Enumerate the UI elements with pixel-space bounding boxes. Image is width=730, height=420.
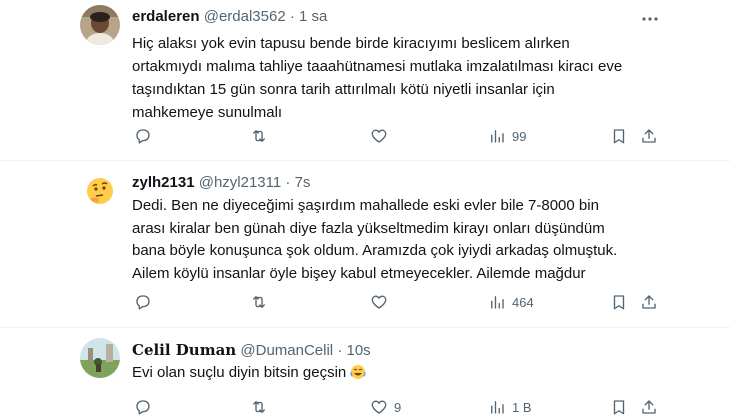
bookmark-icon bbox=[613, 129, 625, 144]
author-name[interactable]: zylh2131 bbox=[132, 174, 195, 191]
retweet-icon bbox=[253, 401, 265, 413]
tweet-text: Evi olan suçlu diyin bitsin geçsin bbox=[132, 361, 632, 387]
tweet-header: zylh2131 @hzyl21311 · 7s bbox=[132, 173, 690, 193]
reply-icon bbox=[136, 129, 150, 144]
views-count: 99 bbox=[512, 128, 527, 144]
retweet-icon bbox=[253, 130, 265, 142]
bookmark-icon bbox=[613, 295, 625, 310]
views-button[interactable]: 464 bbox=[488, 292, 534, 312]
tweet-text: Hiç alaksı yok evin tapusu bende birde k… bbox=[132, 35, 623, 121]
separator: · bbox=[337, 342, 343, 359]
timestamp[interactable]: 7s bbox=[295, 174, 311, 191]
share-icon bbox=[642, 295, 656, 309]
author-handle[interactable]: @hzyl21311 bbox=[199, 174, 282, 191]
views-bar-chart-icon bbox=[491, 401, 504, 414]
like-count: 9 bbox=[394, 399, 402, 415]
reply-button[interactable] bbox=[134, 292, 158, 312]
author-avatar[interactable] bbox=[80, 338, 120, 378]
heart-icon bbox=[371, 129, 387, 143]
separator: · bbox=[289, 8, 295, 25]
tweet-text-body: Evi olan suçlu diyin bitsin geçsin bbox=[132, 364, 347, 381]
views-bar-chart-icon bbox=[491, 130, 504, 143]
tweet[interactable]: Celil Duman @DumanCelil · 10s Evi olan s… bbox=[0, 328, 730, 420]
views-button[interactable]: 99 bbox=[488, 126, 526, 146]
share-button[interactable] bbox=[640, 126, 658, 146]
tweet[interactable]: erdaleren @erdal3562 · 1 sa Hiç alaksı y… bbox=[0, 0, 730, 161]
bookmark-button[interactable] bbox=[610, 397, 628, 417]
views-button[interactable]: 1 B bbox=[488, 397, 532, 417]
reply-icon bbox=[136, 295, 150, 310]
retweet-button[interactable] bbox=[250, 292, 274, 312]
separator: · bbox=[285, 174, 291, 191]
author-avatar[interactable] bbox=[80, 5, 120, 45]
retweet-icon bbox=[253, 296, 265, 308]
retweet-button[interactable] bbox=[250, 397, 274, 417]
retweet-button[interactable] bbox=[250, 126, 274, 146]
views-count: 1 B bbox=[512, 399, 532, 415]
share-button[interactable] bbox=[640, 292, 658, 312]
tweet-header: Celil Duman @DumanCelil · 10s bbox=[132, 340, 690, 360]
views-bar-chart-icon bbox=[491, 296, 504, 309]
action-bar: 464 bbox=[132, 292, 662, 312]
tweet[interactable]: zylh2131 @hzyl21311 · 7s Dedi. Ben ne di… bbox=[0, 161, 730, 328]
author-avatar[interactable] bbox=[80, 171, 120, 211]
reply-button[interactable] bbox=[134, 397, 158, 417]
like-button[interactable] bbox=[370, 126, 394, 146]
views-count: 464 bbox=[512, 294, 534, 310]
author-name[interactable]: Celil Duman bbox=[132, 341, 236, 359]
author-handle[interactable]: @erdal3562 bbox=[204, 8, 286, 25]
action-bar: 99 bbox=[132, 126, 662, 146]
author-handle[interactable]: @DumanCelil bbox=[240, 342, 333, 359]
bookmark-button[interactable] bbox=[610, 126, 628, 146]
share-button[interactable] bbox=[640, 397, 658, 417]
reply-button[interactable] bbox=[134, 126, 158, 146]
author-name[interactable]: erdaleren bbox=[132, 8, 200, 25]
action-bar: 9 1 B bbox=[132, 397, 662, 417]
like-button[interactable] bbox=[370, 292, 394, 312]
timestamp[interactable]: 1 sa bbox=[299, 8, 327, 25]
laughing-tears-emoji bbox=[350, 364, 367, 387]
tweet-header: erdaleren @erdal3562 · 1 sa bbox=[132, 7, 690, 27]
tweet-text: Dedi. Ben ne diyeceğimi şaşırdım mahalle… bbox=[132, 197, 618, 282]
heart-icon bbox=[371, 295, 387, 309]
heart-icon bbox=[371, 400, 387, 414]
share-icon bbox=[642, 400, 656, 414]
more-dots-icon[interactable] bbox=[640, 9, 660, 29]
bookmark-button[interactable] bbox=[610, 292, 628, 312]
timestamp[interactable]: 10s bbox=[347, 342, 371, 359]
bookmark-icon bbox=[613, 400, 625, 415]
like-button[interactable]: 9 bbox=[370, 397, 401, 417]
reply-icon bbox=[136, 400, 150, 415]
share-icon bbox=[642, 129, 656, 143]
